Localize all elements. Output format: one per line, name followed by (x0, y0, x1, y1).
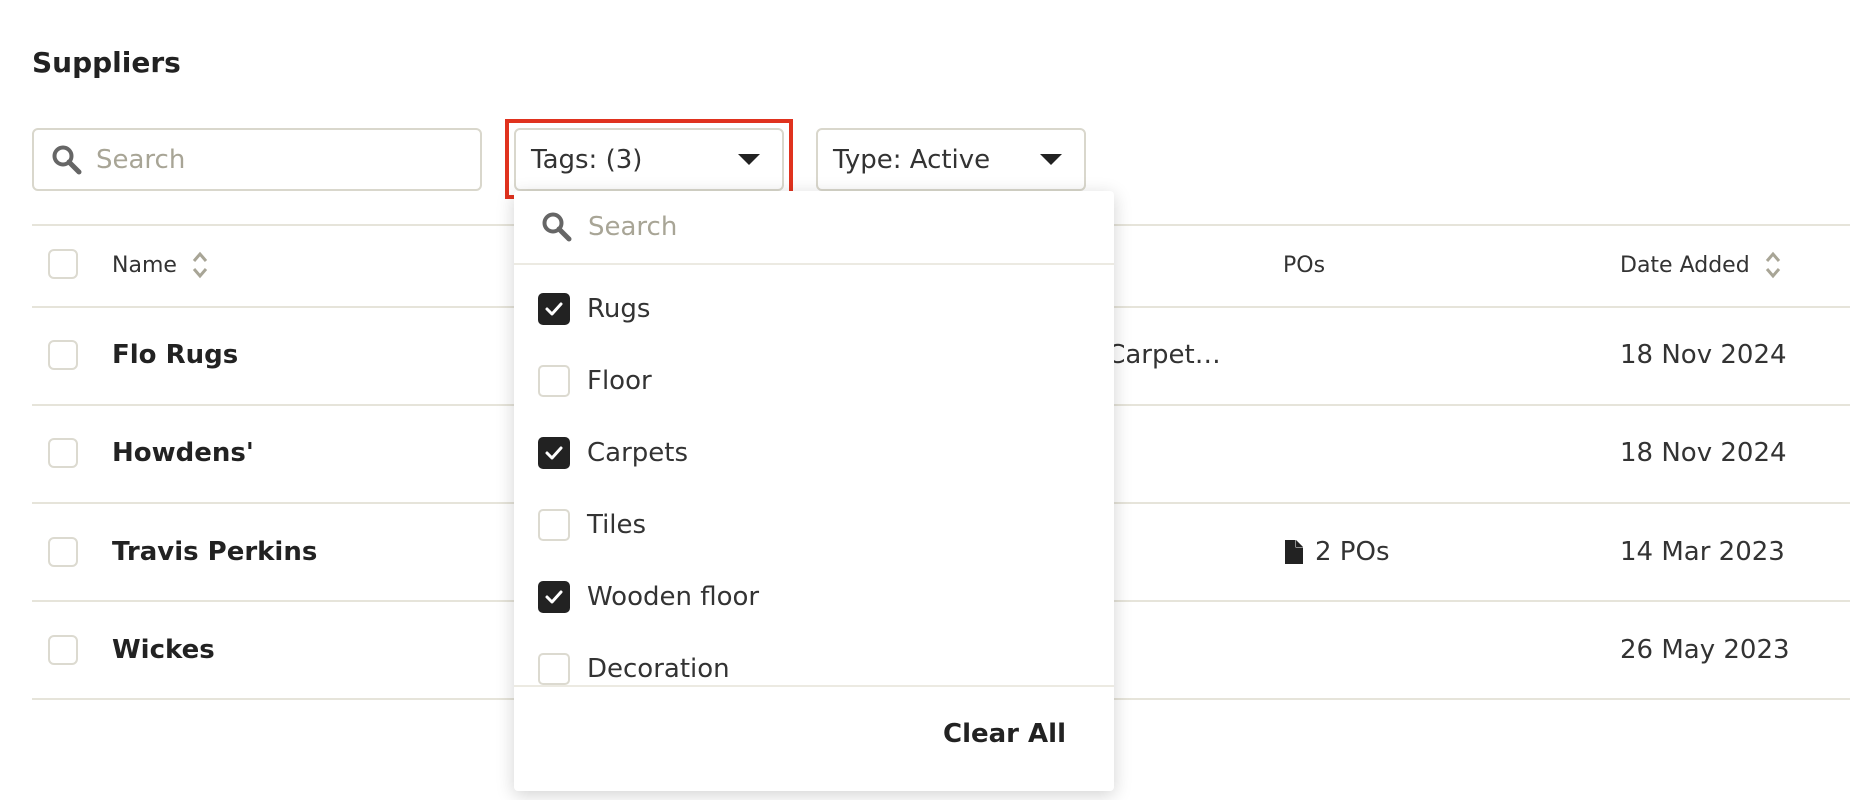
row-checkbox[interactable] (48, 537, 78, 567)
tag-option-carpets[interactable]: Carpets (538, 433, 688, 473)
supplier-date-added: 18 Nov 2024 (1620, 438, 1787, 468)
tag-option-checkbox[interactable] (538, 653, 570, 685)
tags-dropdown-footer: Clear All (514, 685, 1114, 791)
tag-option-rugs[interactable]: Rugs (538, 289, 650, 329)
tags-dropdown-panel: Rugs Floor Carpets Tiles Wooden floor Decorat… (514, 191, 1114, 791)
tag-option-label: Tiles (587, 510, 647, 540)
column-header-name[interactable]: Name (112, 248, 209, 282)
sort-icon (1765, 251, 1780, 279)
supplier-name[interactable]: Wickes (112, 635, 215, 665)
page-title: Suppliers (32, 46, 181, 79)
column-header-name-label: Name (112, 252, 177, 278)
row-checkbox[interactable] (48, 635, 78, 665)
supplier-date-added: 18 Nov 2024 (1620, 340, 1787, 370)
tag-option-decoration[interactable]: Decoration (538, 649, 730, 685)
supplier-name[interactable]: Flo Rugs (112, 340, 238, 370)
sort-icon (192, 251, 208, 279)
tag-option-checkbox[interactable] (538, 365, 570, 397)
check-icon (545, 590, 563, 604)
tags-search-box[interactable] (514, 191, 1114, 265)
column-header-date-added[interactable]: Date Added (1620, 248, 1782, 282)
tag-option-wooden-floor[interactable]: Wooden floor (538, 577, 759, 617)
column-header-pos-label: POs (1283, 252, 1326, 278)
tag-option-tiles[interactable]: Tiles (538, 505, 646, 545)
supplier-date-added: 14 Mar 2023 (1620, 537, 1785, 567)
document-icon (1285, 540, 1303, 564)
check-icon (545, 302, 563, 316)
select-all-checkbox[interactable] (48, 249, 78, 279)
column-header-date-label: Date Added (1620, 252, 1750, 278)
supplier-name[interactable]: Travis Perkins (112, 537, 317, 567)
tag-option-label: Rugs (587, 294, 651, 324)
check-icon (545, 446, 563, 460)
supplier-pos-count: 2 POs (1315, 537, 1390, 567)
tags-search-input[interactable] (588, 212, 1068, 242)
chevron-down-icon (1040, 154, 1062, 165)
column-header-pos: POs (1283, 248, 1325, 282)
type-filter-label: Type: Active (833, 144, 991, 175)
tag-option-checkbox[interactable] (538, 293, 570, 325)
type-filter-dropdown[interactable]: Type: Active (816, 128, 1086, 191)
supplier-pos-link[interactable]: 2 POs (1283, 537, 1390, 567)
supplier-search-input[interactable] (96, 144, 456, 175)
tag-option-label: Floor (587, 366, 652, 396)
search-icon (52, 145, 82, 174)
tag-option-checkbox[interactable] (538, 509, 570, 541)
tags-option-list[interactable]: Rugs Floor Carpets Tiles Wooden floor Decorat… (514, 267, 1114, 685)
chevron-down-icon (738, 154, 760, 165)
supplier-date-added: 26 May 2023 (1620, 635, 1790, 665)
search-icon (542, 212, 572, 242)
tag-option-floor[interactable]: Floor (538, 361, 652, 401)
tag-option-checkbox[interactable] (538, 437, 570, 469)
tag-option-label: Wooden floor (587, 582, 760, 612)
tag-option-label: Carpets (587, 438, 689, 468)
clear-all-button[interactable]: Clear All (943, 719, 1066, 749)
supplier-search-box[interactable] (32, 128, 482, 191)
supplier-name[interactable]: Howdens' (112, 438, 254, 468)
row-checkbox[interactable] (48, 438, 78, 468)
row-checkbox[interactable] (48, 340, 78, 370)
tag-option-checkbox[interactable] (538, 581, 570, 613)
tags-filter-label: Tags: (3) (531, 144, 643, 175)
tag-option-label: Decoration (587, 654, 730, 684)
tags-filter-dropdown[interactable]: Tags: (3) (514, 128, 784, 191)
